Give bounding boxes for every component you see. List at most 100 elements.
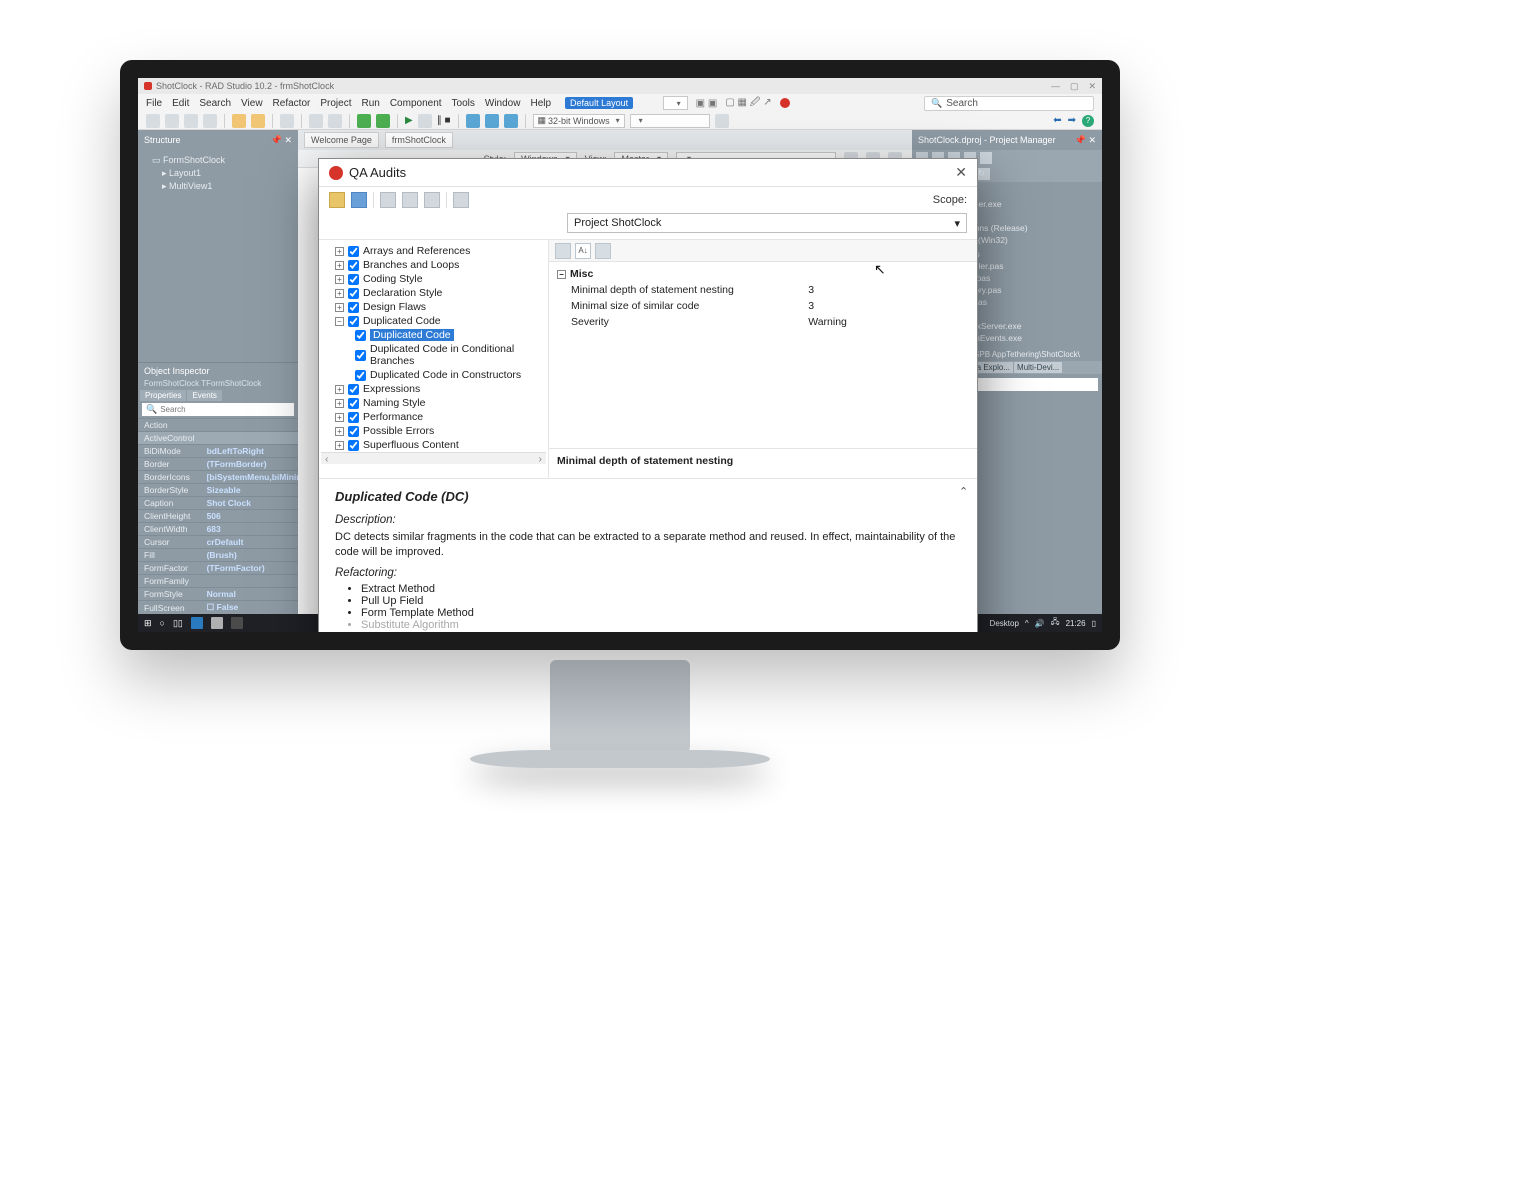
prop-value[interactable]: [201, 432, 310, 445]
audit-checkbox[interactable]: [355, 370, 366, 381]
prop-sort-icon[interactable]: A↓: [575, 243, 591, 259]
ide-search-input[interactable]: Search: [924, 96, 1094, 111]
audit-tree-node[interactable]: +Performance: [321, 410, 546, 424]
help-icon[interactable]: ?: [1082, 115, 1094, 127]
tb-device-icon[interactable]: [715, 114, 729, 128]
audit-checkbox[interactable]: [355, 350, 366, 361]
maximize-icon[interactable]: ▢: [1070, 81, 1079, 92]
audit-checkbox[interactable]: [348, 398, 359, 409]
audit-checkbox[interactable]: [348, 426, 359, 437]
menu-tools[interactable]: Tools: [452, 98, 475, 109]
scroll-down-icon[interactable]: ⌄: [959, 640, 975, 650]
prop-name[interactable]: Border: [138, 458, 201, 471]
audit-tree[interactable]: +Arrays and References+Branches and Loop…: [319, 240, 549, 478]
oi-search-input[interactable]: Search: [142, 403, 294, 416]
menu-refactor[interactable]: Refactor: [273, 98, 311, 109]
prop-name[interactable]: Action: [138, 419, 201, 432]
tb-view1-icon[interactable]: [309, 114, 323, 128]
structure-tree[interactable]: ▭ FormShotClock ▸ Layout1 ▸ MultiView1: [138, 150, 298, 197]
audit-checkbox[interactable]: [348, 302, 359, 313]
edge-icon[interactable]: [191, 617, 203, 629]
tb-view2-icon[interactable]: [328, 114, 342, 128]
audit-checkbox[interactable]: [348, 274, 359, 285]
explorer-icon[interactable]: [211, 617, 223, 629]
tray-network-icon[interactable]: 🖧: [1051, 616, 1060, 630]
audit-tree-node[interactable]: +Coding Style: [321, 272, 546, 286]
structure-child[interactable]: ▸ MultiView1: [144, 180, 292, 193]
audit-tree-node[interactable]: +Expressions: [321, 382, 546, 396]
tb-new-icon[interactable]: [146, 114, 160, 128]
prop-name[interactable]: Fill: [138, 549, 201, 562]
menu-component[interactable]: Component: [390, 98, 442, 109]
pm-refresh-icon[interactable]: ↻: [978, 168, 990, 180]
tb-rundebug-icon[interactable]: [376, 114, 390, 128]
tree-hscroll[interactable]: ‹›: [321, 452, 546, 464]
prop-value[interactable]: Normal: [201, 588, 310, 601]
menu-project[interactable]: Project: [320, 98, 351, 109]
prop-group[interactable]: −Misc: [557, 266, 969, 282]
audit-prop-value[interactable]: 3: [804, 282, 969, 298]
tb-save-icon[interactable]: [184, 114, 198, 128]
prop-value[interactable]: 506: [201, 510, 310, 523]
tab-welcome[interactable]: Welcome Page: [304, 132, 379, 148]
tb-folder-icon[interactable]: [232, 114, 246, 128]
audit-tb-save-icon[interactable]: [351, 192, 367, 208]
tb-step3-icon[interactable]: [504, 114, 518, 128]
tb-play-icon[interactable]: ▶: [405, 115, 413, 126]
store-icon[interactable]: [231, 617, 243, 629]
audit-tb-icon[interactable]: [402, 192, 418, 208]
audit-tb-icon[interactable]: [380, 192, 396, 208]
tb-pause-icon[interactable]: [418, 114, 432, 128]
menu-run[interactable]: Run: [361, 98, 379, 109]
toolbar-misc-icons[interactable]: ▢ ▦ 🖉 ↗: [725, 95, 771, 112]
tray-volume-icon[interactable]: 🔊: [1035, 619, 1045, 628]
win-start-icon[interactable]: ⊞: [144, 618, 152, 629]
audit-prop-name[interactable]: Minimal size of similar code: [557, 298, 804, 314]
audit-prop-name[interactable]: Severity: [557, 314, 804, 330]
menu-search[interactable]: Search: [199, 98, 231, 109]
prop-name[interactable]: FullScreen: [138, 601, 201, 615]
taskview-icon[interactable]: ▯▯: [173, 618, 183, 629]
tb-undo-icon[interactable]: [280, 114, 294, 128]
prop-value[interactable]: [201, 575, 310, 588]
audit-prop-name[interactable]: Minimal depth of statement nesting: [557, 282, 804, 298]
tray-time[interactable]: 21:26: [1066, 619, 1086, 628]
nav-fwd-icon[interactable]: ➡: [1068, 115, 1076, 127]
audit-property-grid[interactable]: Minimal depth of statement nesting3Minim…: [557, 282, 969, 330]
prop-name[interactable]: BorderIcons: [138, 471, 201, 484]
device-selector[interactable]: [630, 114, 710, 128]
menu-window[interactable]: Window: [485, 98, 521, 109]
menu-file[interactable]: File: [146, 98, 162, 109]
prop-value[interactable]: [biSystemMenu,biMinim: [201, 471, 310, 484]
prop-name[interactable]: Cursor: [138, 536, 201, 549]
tb-step1-icon[interactable]: [466, 114, 480, 128]
desktop-label[interactable]: Desktop: [990, 619, 1019, 628]
property-grid[interactable]: ActionActiveControlBiDiModebdLeftToRight…: [138, 418, 310, 614]
audit-prop-value[interactable]: Warning: [804, 314, 969, 330]
close-icon[interactable]: ✕: [1088, 81, 1096, 92]
prop-value[interactable]: ☐ False: [201, 601, 310, 615]
audit-checkbox[interactable]: [348, 316, 359, 327]
audit-tb-icon[interactable]: [424, 192, 440, 208]
prop-categorize-icon[interactable]: [555, 243, 571, 259]
audit-checkbox[interactable]: [348, 412, 359, 423]
audit-checkbox[interactable]: [348, 246, 359, 257]
prop-value[interactable]: (TFormFactor): [201, 562, 310, 575]
audit-tree-node[interactable]: −Duplicated Code: [321, 314, 546, 328]
dialog-close-button[interactable]: ✕: [955, 164, 967, 181]
prop-name[interactable]: ClientWidth: [138, 523, 201, 536]
prop-value[interactable]: (Brush): [201, 549, 310, 562]
prop-name[interactable]: ActiveControl: [138, 432, 201, 445]
layout-selector[interactable]: [663, 96, 688, 110]
audit-checkbox[interactable]: [348, 440, 359, 451]
oi-tab-events[interactable]: Events: [187, 390, 221, 401]
prop-name[interactable]: BorderStyle: [138, 484, 201, 497]
prop-pages-icon[interactable]: [595, 243, 611, 259]
tb-stop-icon[interactable]: ∥ ■: [437, 115, 451, 126]
audit-tree-node[interactable]: +Declaration Style: [321, 286, 546, 300]
structure-child[interactable]: ▸ Layout1: [144, 167, 292, 180]
tray-chevron-icon[interactable]: ^: [1025, 619, 1029, 628]
audit-prop-value[interactable]: 3: [804, 298, 969, 314]
audit-tree-child[interactable]: Duplicated Code in Conditional Branches: [321, 342, 546, 368]
prop-name[interactable]: FormFactor: [138, 562, 201, 575]
